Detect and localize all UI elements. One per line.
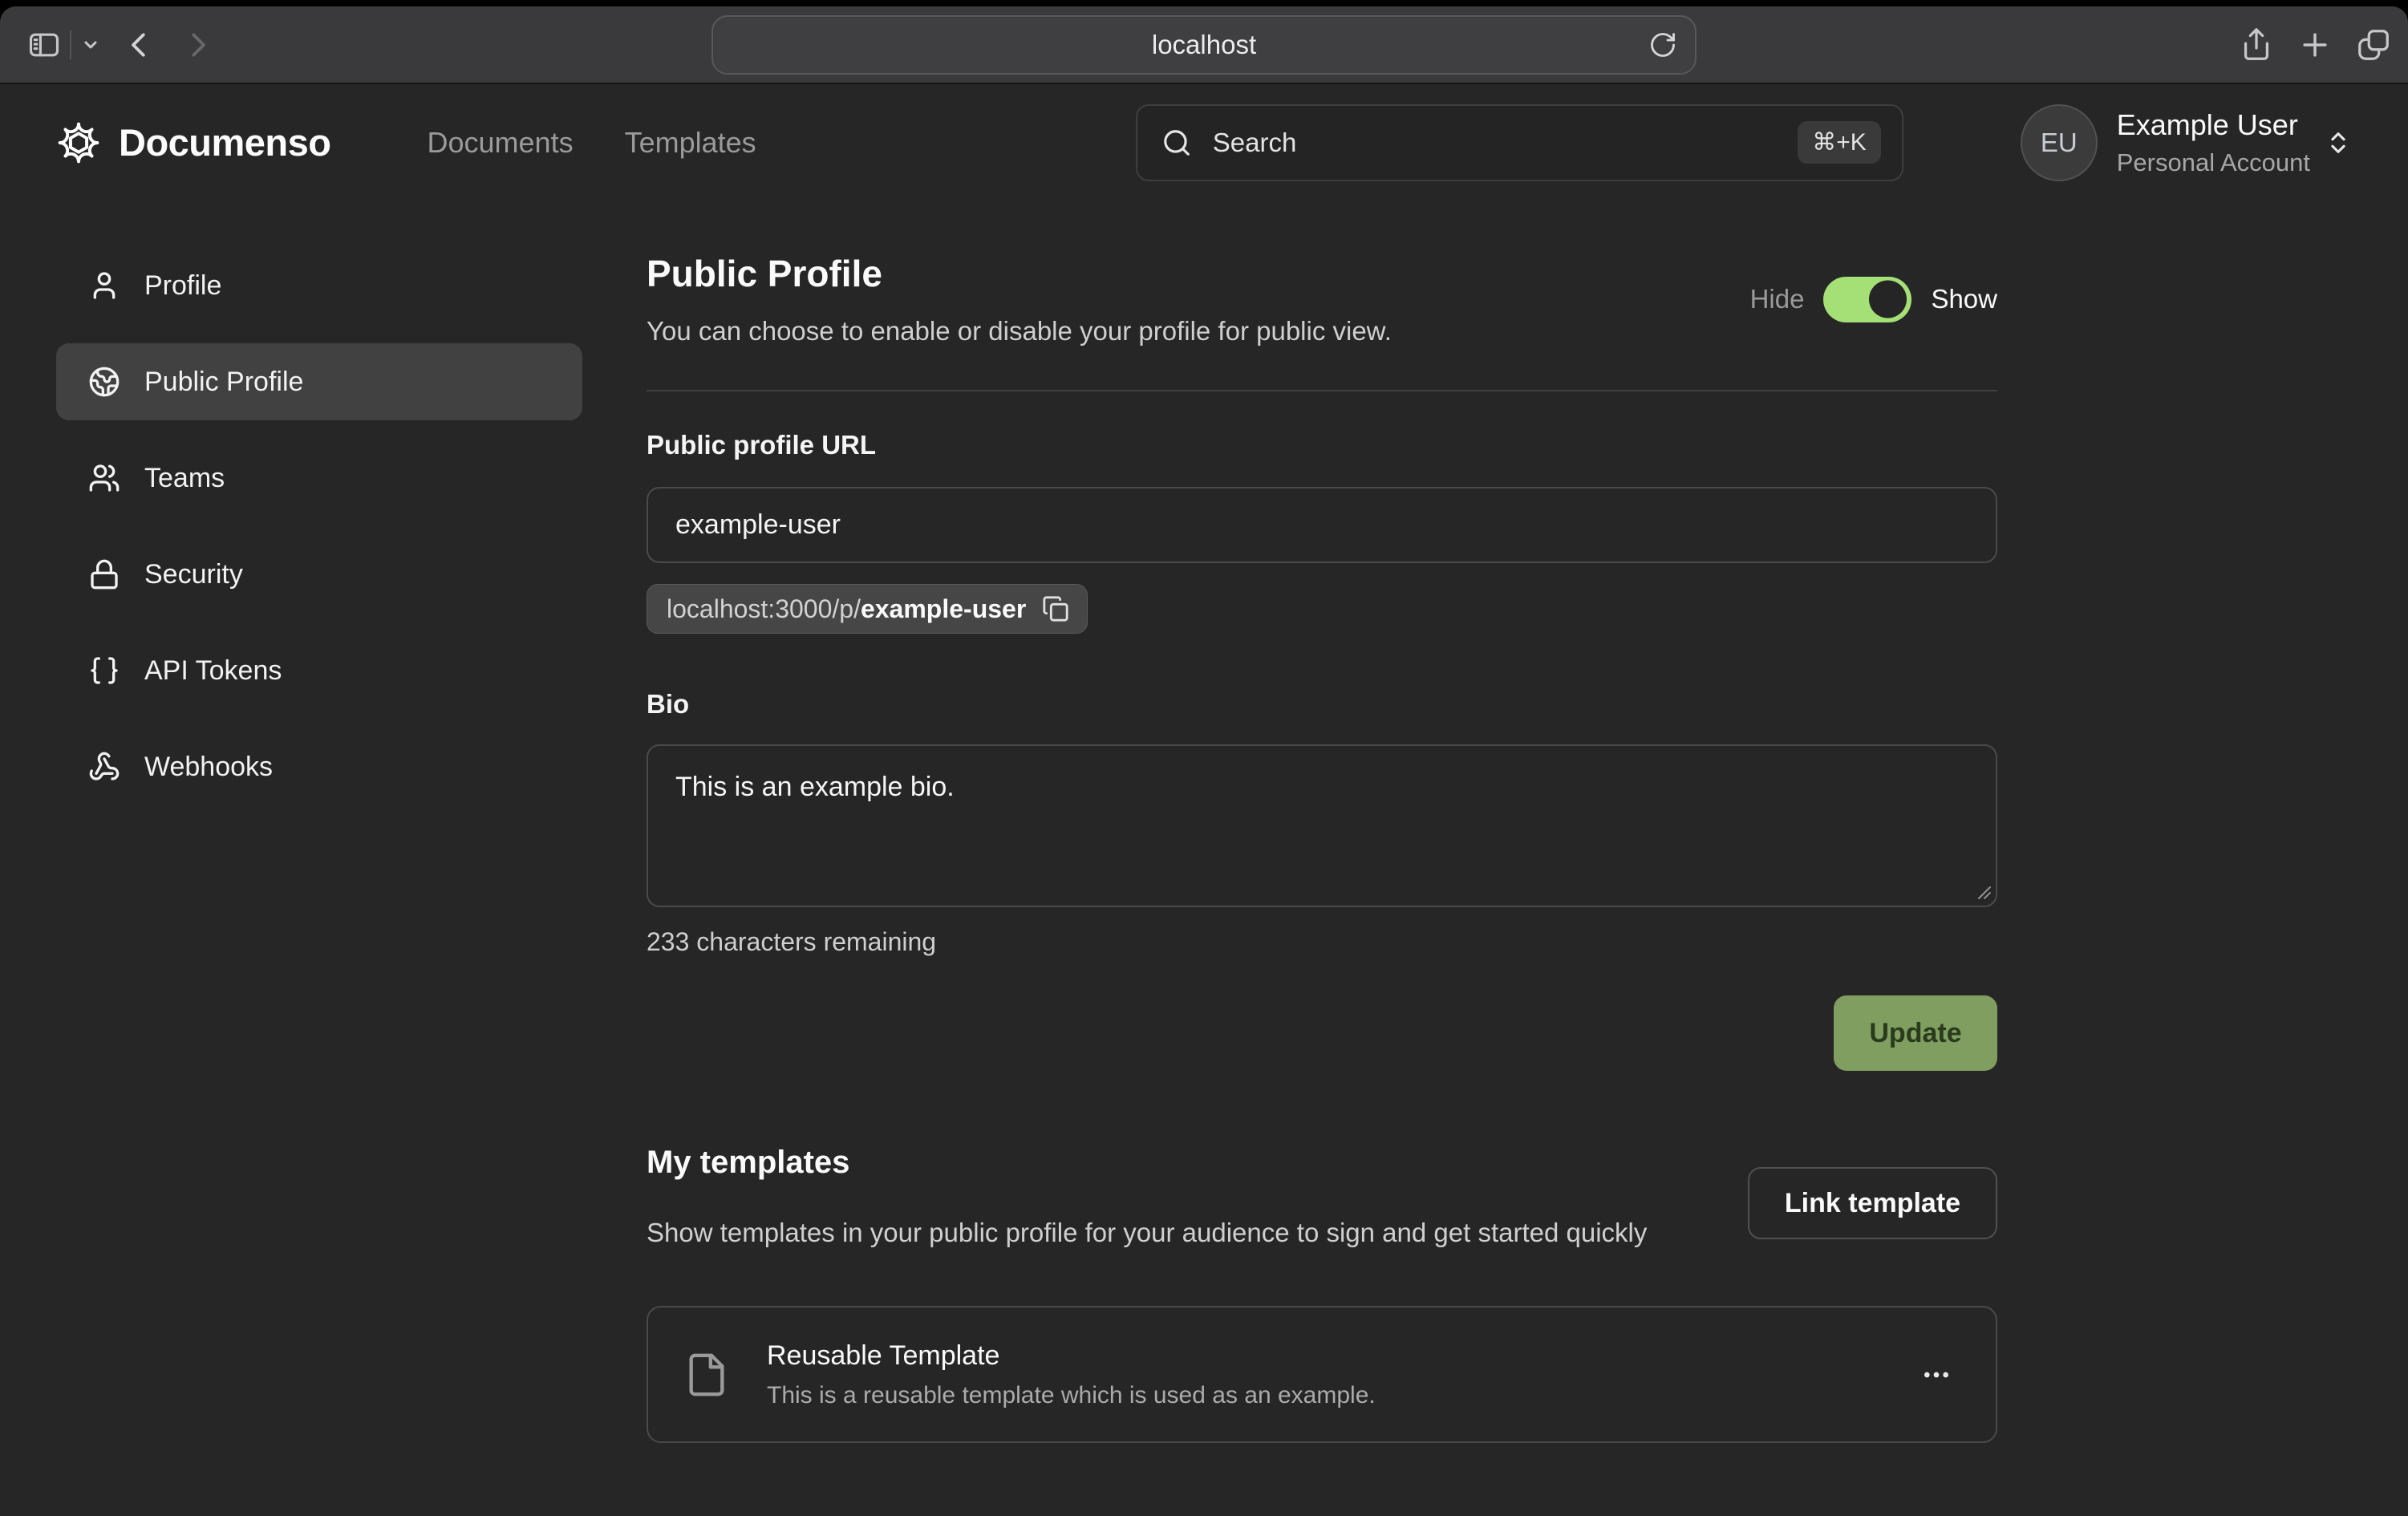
page-description: You can choose to enable or disable your…	[647, 316, 1392, 347]
search-bar[interactable]: Search ⌘+K	[1136, 104, 1903, 181]
sidebar-item-label: Teams	[144, 463, 225, 494]
sidebar-item-teams[interactable]: Teams	[56, 440, 582, 517]
sidebar-item-label: API Tokens	[144, 655, 282, 687]
user-name: Example User	[2117, 108, 2310, 142]
globe-icon	[88, 366, 120, 398]
brand-wordmark: Documenso	[119, 120, 331, 164]
template-description: This is a reusable template which is use…	[767, 1382, 1376, 1409]
sidebar-toggle-icon[interactable]	[26, 27, 62, 63]
user-meta: Example User Personal Account	[2117, 108, 2310, 177]
templates-title: My templates	[647, 1145, 1647, 1181]
characters-remaining: 233 characters remaining	[647, 927, 1997, 957]
toggle-knob	[1869, 281, 1907, 318]
sidebar-item-label: Public Profile	[144, 367, 303, 398]
toolbar-divider	[70, 30, 71, 59]
user-account-type: Personal Account	[2117, 148, 2310, 177]
toolbar-left-group	[26, 27, 213, 63]
templates-title-block: My templates Show templates in your publ…	[647, 1145, 1647, 1253]
sidebar-item-webhooks[interactable]: Webhooks	[56, 728, 582, 805]
nav-documents[interactable]: Documents	[428, 126, 574, 160]
title-block: Public Profile You can choose to enable …	[647, 252, 1392, 347]
search-icon	[1161, 128, 1192, 158]
ellipsis-menu-icon[interactable]	[1920, 1359, 1952, 1391]
public-profile-content: Public Profile You can choose to enable …	[647, 252, 1997, 1443]
bio-field-wrap: This is an example bio.	[647, 744, 1997, 907]
template-name: Reusable Template	[767, 1340, 1376, 1372]
templates-header: My templates Show templates in your publ…	[647, 1145, 1997, 1253]
profile-url-badge[interactable]: localhost:3000/p/example-user	[647, 584, 1088, 634]
users-icon	[88, 462, 120, 494]
template-info: Reusable Template This is a reusable tem…	[767, 1340, 1376, 1409]
profile-url-prefix: localhost:3000/p/	[667, 594, 861, 624]
tabs-icon[interactable]	[2355, 26, 2392, 63]
address-bar-url: localhost	[1152, 30, 1256, 60]
user-icon	[88, 270, 120, 302]
update-button[interactable]: Update	[1834, 995, 1997, 1071]
toolbar-right-group	[2238, 26, 2392, 63]
nav-templates[interactable]: Templates	[625, 126, 756, 160]
sidebar-item-api-tokens[interactable]: API Tokens	[56, 632, 582, 709]
search-shortcut: ⌘+K	[1798, 121, 1881, 164]
bio-textarea[interactable]: This is an example bio.	[647, 744, 1997, 907]
copy-icon[interactable]	[1042, 595, 1069, 622]
profile-url-slug: example-user	[861, 594, 1026, 624]
back-button[interactable]	[124, 30, 155, 60]
forward-button[interactable]	[182, 30, 213, 60]
profile-url-input[interactable]	[647, 487, 1997, 563]
sidebar-item-security[interactable]: Security	[56, 536, 582, 613]
share-icon[interactable]	[2238, 26, 2275, 63]
main-nav: Documents Templates	[428, 126, 756, 160]
templates-description: Show templates in your public profile fo…	[647, 1213, 1647, 1253]
reload-icon[interactable]	[1648, 30, 1677, 59]
avatar-initials: EU	[2041, 128, 2078, 158]
documenso-rosette-icon	[56, 120, 101, 165]
sidebar-item-public-profile[interactable]: Public Profile	[56, 343, 582, 420]
profile-url-label: Public profile URL	[647, 430, 1997, 460]
brand[interactable]: Documenso	[56, 120, 331, 165]
lock-icon	[88, 558, 120, 590]
section-divider	[647, 390, 1997, 391]
browser-window: localhost	[0, 6, 2408, 1516]
sidebar-item-profile[interactable]: Profile	[56, 247, 582, 324]
webhook-icon	[88, 751, 120, 783]
browser-toolbar: localhost	[0, 6, 2408, 84]
avatar: EU	[2021, 104, 2098, 181]
chevron-down-icon[interactable]	[81, 35, 100, 55]
visibility-toggle[interactable]	[1823, 277, 1911, 322]
hide-label: Hide	[1750, 284, 1805, 314]
content-header: Public Profile You can choose to enable …	[647, 252, 1997, 347]
page-title: Public Profile	[647, 252, 1392, 295]
user-menu[interactable]: EU Example User Personal Account	[2021, 104, 2352, 181]
address-bar[interactable]: localhost	[711, 15, 1697, 75]
resize-handle-icon[interactable]	[1974, 882, 1992, 900]
app-root: Documenso Documents Templates Search ⌘+K…	[0, 84, 2408, 1516]
app-header: Documenso Documents Templates Search ⌘+K…	[0, 84, 2408, 201]
settings-sidebar: Profile Public Profile Teams	[56, 247, 582, 825]
update-row: Update	[647, 995, 1997, 1071]
visibility-toggle-row: Hide Show	[1750, 277, 1997, 322]
search-label: Search	[1213, 128, 1297, 158]
chevrons-up-down-icon	[2325, 129, 2352, 156]
braces-icon	[88, 655, 120, 687]
app-body: Profile Public Profile Teams	[0, 201, 2408, 1443]
sidebar-item-label: Webhooks	[144, 752, 273, 783]
bio-label: Bio	[647, 689, 1997, 719]
new-tab-icon[interactable]	[2297, 27, 2333, 63]
sidebar-item-label: Security	[144, 559, 243, 590]
sidebar-item-label: Profile	[144, 270, 221, 302]
show-label: Show	[1931, 284, 1997, 314]
template-row: Reusable Template This is a reusable tem…	[647, 1306, 1997, 1443]
file-icon	[683, 1352, 730, 1398]
link-template-button[interactable]: Link template	[1748, 1167, 1997, 1239]
